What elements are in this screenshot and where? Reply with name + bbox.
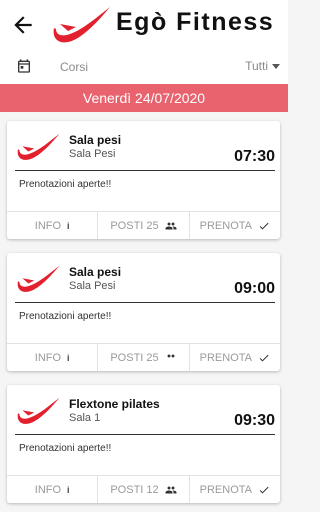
class-time: 07:30 <box>234 148 275 165</box>
info-icon: i <box>67 484 70 495</box>
class-room: Sala Pesi <box>69 280 116 292</box>
divider <box>15 302 275 303</box>
info-icon: i <box>67 220 70 231</box>
brand-swoosh-icon <box>15 131 61 163</box>
book-button[interactable]: PRENOTA <box>188 476 280 503</box>
book-label: PRENOTA <box>199 219 252 232</box>
seats-button[interactable]: POSTI 25 <box>97 212 188 239</box>
seats-button[interactable]: POSTI 12 <box>97 476 188 503</box>
date-label: Venerdì 24/07/2020 <box>82 90 206 106</box>
people-icon <box>165 486 177 493</box>
info-button[interactable]: INFO i <box>7 212 97 239</box>
card-actions: INFO i POSTI 25 PRENOTA <box>7 211 280 239</box>
class-time: 09:30 <box>234 412 275 429</box>
info-button[interactable]: INFO i <box>7 476 97 503</box>
category-select-value: Tutti <box>245 59 268 73</box>
calendar-icon[interactable] <box>16 58 32 74</box>
booking-status: Prenotazioni aperte!! <box>19 443 112 454</box>
class-time: 09:00 <box>234 280 275 297</box>
arrow-left-icon <box>14 16 32 34</box>
info-icon: i <box>67 352 70 363</box>
app-header: Egò Fitness <box>0 0 288 50</box>
book-label: PRENOTA <box>199 483 252 496</box>
seats-label: POSTI 25 <box>110 219 159 232</box>
info-label: INFO <box>34 483 62 496</box>
class-room: Sala Pesi <box>69 148 116 160</box>
divider <box>15 170 275 171</box>
card-actions: INFO i POSTI 25 PRENOTA <box>7 343 280 371</box>
chevron-down-icon <box>272 63 280 69</box>
check-icon <box>259 486 269 493</box>
check-icon <box>259 354 269 361</box>
brand-swoosh-icon <box>15 263 61 295</box>
date-header: Venerdì 24/07/2020 <box>0 84 288 112</box>
book-button[interactable]: PRENOTA <box>188 344 280 371</box>
booking-status: Prenotazioni aperte!! <box>19 179 112 190</box>
app-title: Egò Fitness <box>116 8 275 36</box>
info-label: INFO <box>34 351 62 364</box>
info-label: INFO <box>34 219 62 232</box>
class-title: Sala pesi <box>69 265 122 279</box>
filter-bar: Corsi Tutti <box>0 50 288 84</box>
category-select[interactable]: Tutti <box>245 59 280 73</box>
book-button[interactable]: PRENOTA <box>188 212 280 239</box>
seats-label: POSTI 12 <box>110 483 159 496</box>
class-card: Sala pesi Sala Pesi 09:00 Prenotazioni a… <box>7 253 280 371</box>
card-actions: INFO i POSTI 12 PRENOTA <box>7 475 280 503</box>
class-room: Sala 1 <box>69 412 101 424</box>
seats-label: POSTI 25 <box>110 351 159 364</box>
seats-button[interactable]: POSTI 25 <box>97 344 188 371</box>
class-card: Flextone pilates Sala 1 09:30 Prenotazio… <box>7 385 280 503</box>
booking-status: Prenotazioni aperte!! <box>19 311 112 322</box>
divider <box>15 434 275 435</box>
book-label: PRENOTA <box>199 351 252 364</box>
class-title: Flextone pilates <box>69 397 160 411</box>
class-card: Sala pesi Sala Pesi 07:30 Prenotazioni a… <box>7 121 280 239</box>
people-icon <box>165 222 177 229</box>
brand-swoosh-icon <box>50 4 112 46</box>
category-field[interactable]: Corsi <box>60 60 88 74</box>
people-icon <box>167 354 175 358</box>
info-button[interactable]: INFO i <box>7 344 97 371</box>
back-button[interactable] <box>10 12 36 38</box>
brand-swoosh-icon <box>15 395 61 427</box>
check-icon <box>259 222 269 229</box>
class-title: Sala pesi <box>69 133 122 147</box>
